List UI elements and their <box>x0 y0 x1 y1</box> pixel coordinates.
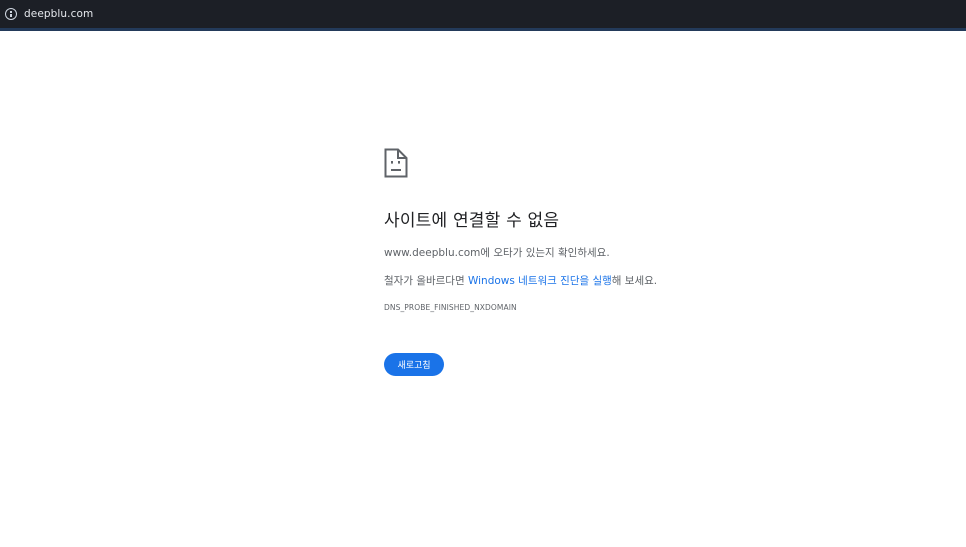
info-icon[interactable] <box>5 8 17 20</box>
diagnostics-prefix: 철자가 올바르다면 <box>384 275 468 287</box>
sad-page-icon <box>384 148 408 178</box>
reload-button[interactable]: 새로고침 <box>384 353 444 376</box>
diagnostics-link[interactable]: Windows 네트워크 진단을 실행 <box>468 275 612 287</box>
error-code: DNS_PROBE_FINISHED_NXDOMAIN <box>384 303 517 312</box>
diagnostics-suffix: 해 보세요. <box>611 275 658 287</box>
url-text[interactable]: deepblu.com <box>24 8 93 20</box>
page-title: 사이트에 연결할 수 없음 <box>384 211 560 231</box>
diagnostics-message: 철자가 올바르다면 Windows 네트워크 진단을 실행해 보세요. <box>384 273 657 288</box>
host-typo-message: www.deepblu.com에 오타가 있는지 확인하세요. <box>384 247 610 259</box>
address-bar-divider <box>0 28 966 31</box>
address-bar[interactable]: deepblu.com <box>0 0 966 28</box>
